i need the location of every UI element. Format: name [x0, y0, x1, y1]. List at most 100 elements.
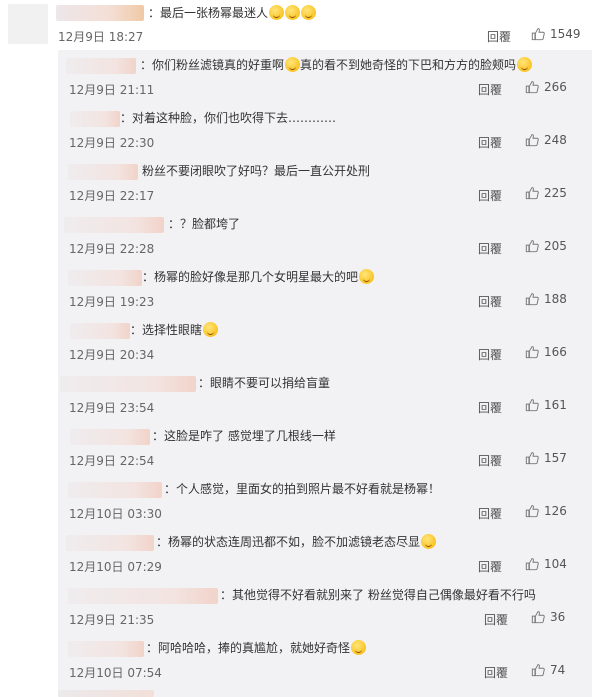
comment-time: 12月9日 22:54	[69, 454, 155, 468]
like-count: 166	[544, 345, 567, 359]
username-blurred[interactable]	[68, 588, 218, 604]
reply-button[interactable]: 回覆	[478, 452, 502, 469]
like-button[interactable]: 248	[525, 133, 567, 147]
comment-time: 12月10日 07:54	[69, 666, 162, 680]
like-count: 188	[544, 292, 567, 306]
comment-time: 12月9日 22:17	[69, 189, 155, 203]
comment-time: 12月9日 21:11	[69, 83, 155, 97]
comment-text: ：个人感觉，里面女的拍到照片最不好看就是杨幂！	[164, 482, 441, 496]
reply-button[interactable]: 回覆	[484, 664, 508, 681]
thumbs-up-icon	[525, 134, 539, 147]
thumbs-up-icon	[525, 293, 539, 306]
comment-time: 12月9日 18:27	[58, 30, 144, 44]
reply-button[interactable]: 回覆	[478, 399, 502, 416]
like-count: 161	[544, 398, 567, 412]
like-count: 126	[544, 504, 567, 518]
like-button[interactable]: 166	[525, 345, 567, 359]
username-blurred[interactable]	[70, 323, 130, 339]
sub-comment: ：你们粉丝滤镜真的好重啊 真的看不到她奇怪的下巴和方方的脸颊吗 12月9日 21:…	[58, 50, 592, 103]
comment-text: ：最后一张杨幂最迷人	[148, 4, 317, 21]
username-blurred[interactable]	[70, 111, 120, 127]
username-blurred[interactable]	[60, 376, 196, 392]
reply-button[interactable]: 回覆	[478, 81, 502, 98]
username-blurred[interactable]	[64, 217, 164, 233]
reply-button[interactable]: 回覆	[478, 505, 502, 522]
sub-comment: ：杨幂的状态连周迅都不如，脸不加滤镜老态尽显 12月10日 07:29 回覆 1…	[58, 527, 592, 580]
reply-button[interactable]: 回覆	[478, 187, 502, 204]
sub-comment: ：个人感觉，里面女的拍到照片最不好看就是杨幂！ 12月10日 03:30 回覆 …	[58, 474, 592, 527]
username-blurred[interactable]	[66, 58, 136, 74]
thumbs-up-icon	[531, 664, 545, 677]
like-button[interactable]: 104	[525, 557, 567, 571]
like-button[interactable]: 225	[525, 186, 567, 200]
main-comment: ：最后一张杨幂最迷人 12月9日 18:27 回覆 1549	[0, 0, 600, 48]
smug-emoji-icon	[359, 269, 375, 284]
thumbs-up-icon	[525, 558, 539, 571]
smile-emoji-icon	[301, 5, 317, 20]
reply-button[interactable]: 回覆	[478, 293, 502, 310]
like-button[interactable]: 126	[525, 504, 567, 518]
thumbs-up-icon	[525, 81, 539, 94]
thumbs-up-icon	[525, 187, 539, 200]
like-button[interactable]: 266	[525, 80, 567, 94]
reply-button[interactable]: 回覆	[478, 558, 502, 575]
username-blurred[interactable]	[68, 641, 144, 657]
comment-time: 12月9日 22:30	[69, 136, 155, 150]
like-count: 74	[550, 663, 566, 677]
comment-time: 12月10日 07:29	[69, 560, 162, 574]
sub-comment-list: ：你们粉丝滤镜真的好重啊 真的看不到她奇怪的下巴和方方的脸颊吗 12月9日 21:…	[58, 50, 592, 697]
reply-button[interactable]: 回覆	[478, 240, 502, 257]
reply-button[interactable]: 回覆	[484, 611, 508, 628]
sub-comment: ：阿哈哈哈，捧的真尴尬，就她好奇怪 12月10日 07:54 回覆 74	[58, 633, 592, 686]
reply-button[interactable]: 回覆	[478, 346, 502, 363]
thumbs-up-icon	[531, 28, 545, 41]
like-button[interactable]: 188	[525, 292, 567, 306]
smile-emoji-icon	[269, 5, 285, 20]
like-count: 36	[550, 610, 566, 624]
thumbs-up-icon	[525, 346, 539, 359]
like-button[interactable]: 1549	[531, 27, 581, 41]
comment-text: ：阿哈哈哈，捧的真尴尬，就她好奇怪	[146, 639, 367, 656]
thumbs-up-icon	[525, 240, 539, 253]
thumbs-up-icon	[525, 399, 539, 412]
sub-comment: ：对着这种脸，你们也吹得下去………… 12月9日 22:30 回覆 248	[58, 103, 592, 156]
username-blurred[interactable]	[68, 164, 138, 180]
like-count: 225	[544, 186, 567, 200]
sub-comment: ：其他觉得不好看就别来了 粉丝觉得自己偶像最好看不行吗 12月9日 21:35 …	[58, 580, 592, 633]
comment-text: ：杨幂的状态连周迅都不如，脸不加滤镜老态尽显	[156, 533, 437, 550]
username-blurred[interactable]	[68, 482, 162, 498]
reply-button[interactable]: 回覆	[478, 134, 502, 151]
comment-text: 粉丝不要闭眼吹了好吗？最后一直公开处刑	[142, 164, 371, 178]
comment-text: ：？脸都垮了	[168, 217, 241, 231]
shocked-emoji-icon	[421, 534, 437, 549]
like-button[interactable]: 36	[531, 610, 565, 624]
like-button[interactable]: 157	[525, 451, 567, 465]
comment-time: 12月9日 21:35	[69, 613, 155, 627]
username-blurred[interactable]	[56, 5, 144, 21]
comment-text: ：其他觉得不好看就别来了 粉丝觉得自己偶像最好看不行吗	[220, 588, 536, 602]
like-count: 104	[544, 557, 567, 571]
reply-button[interactable]: 回覆	[487, 28, 511, 45]
like-button[interactable]: 74	[531, 663, 565, 677]
username-blurred[interactable]	[66, 535, 154, 551]
crying-emoji-icon	[203, 322, 219, 337]
sub-comment: ：眼睛不要可以捐给盲童 12月9日 23:54 回覆 161	[58, 368, 592, 421]
laughing-emoji-icon	[351, 640, 367, 655]
like-button[interactable]: 205	[525, 239, 567, 253]
thumbs-up-icon	[531, 611, 545, 624]
like-count: 157	[544, 451, 567, 465]
username-blurred[interactable]	[70, 429, 150, 445]
sub-comment: ：选择性眼瞎 12月9日 20:34 回覆 166	[58, 315, 592, 368]
comment-time: 12月9日 22:28	[69, 242, 155, 256]
username-blurred[interactable]	[68, 270, 142, 286]
username-blurred[interactable]	[58, 690, 154, 697]
like-count: 1549	[550, 27, 581, 41]
smile-emoji-icon	[517, 57, 533, 72]
like-button[interactable]: 161	[525, 398, 567, 412]
like-count: 248	[544, 133, 567, 147]
avatar[interactable]	[8, 4, 48, 44]
smile-emoji-icon	[285, 5, 301, 20]
comment-text: ：杨幂的脸好像是那几个女明星最大的吧	[142, 268, 375, 285]
comment-time: 12月9日 19:23	[69, 295, 155, 309]
sub-comment: ：？脸都垮了 12月9日 22:28 回覆 205	[58, 209, 592, 262]
